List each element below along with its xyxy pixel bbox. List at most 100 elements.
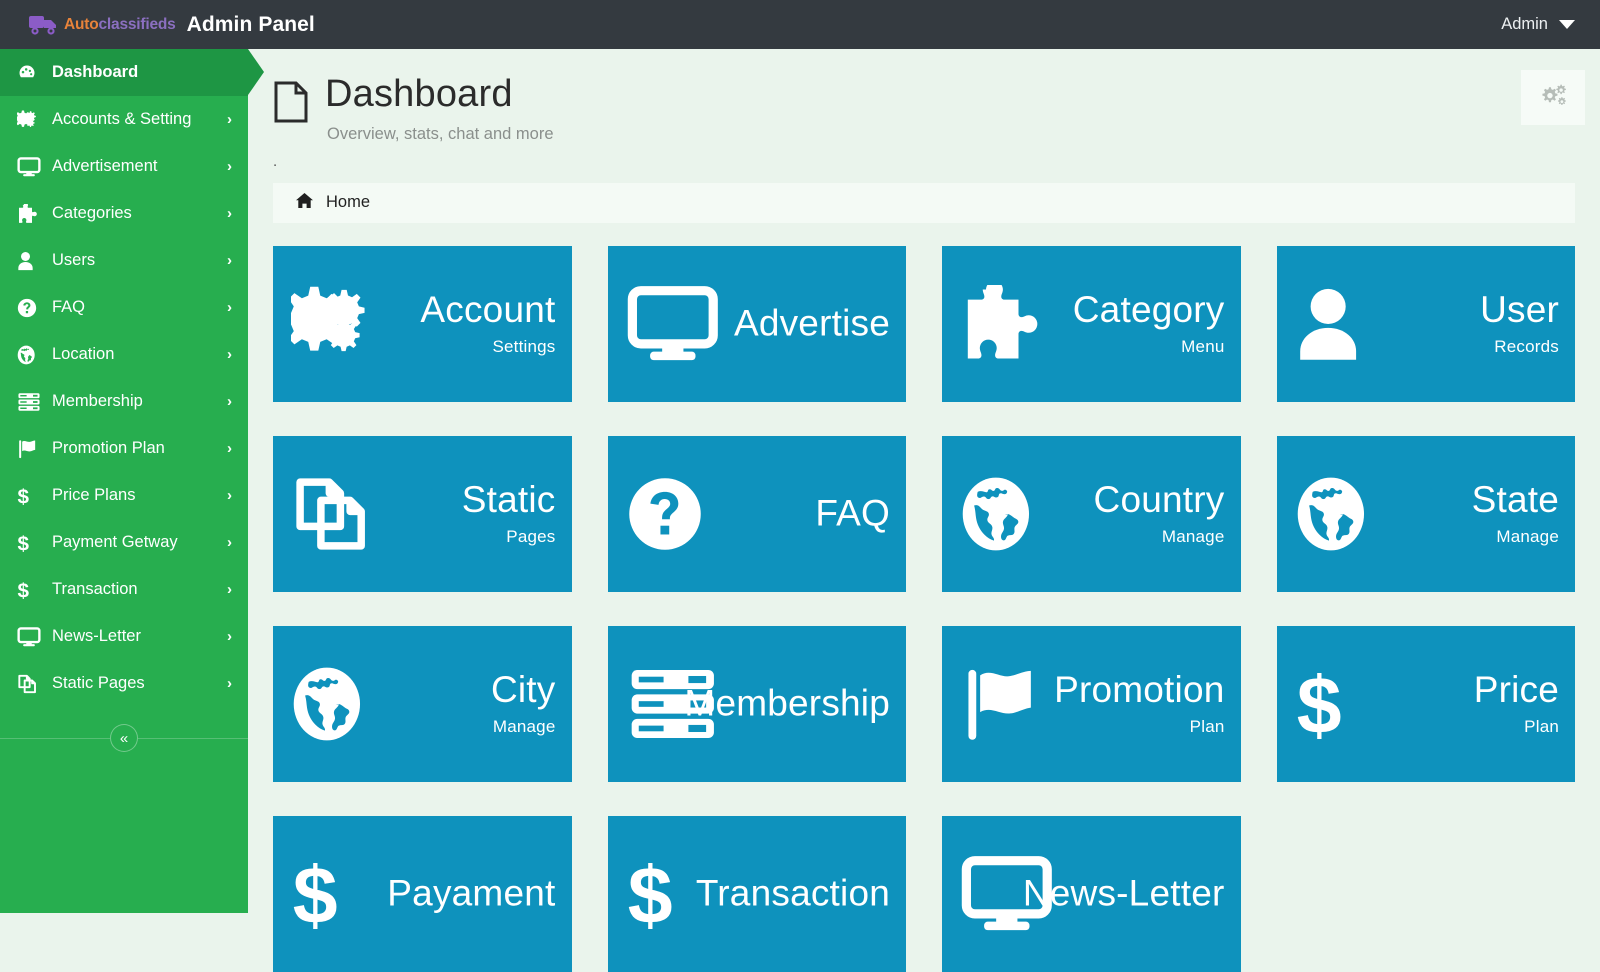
tile-title: Country xyxy=(1093,478,1225,520)
globe-icon xyxy=(960,475,1032,553)
tile-text: FAQ xyxy=(815,494,890,533)
tile-news-letter[interactable]: News-Letter xyxy=(942,815,1241,972)
tile-promotion[interactable]: Promotion Plan xyxy=(942,625,1241,782)
tile-text: Account Settings xyxy=(420,288,556,357)
sidebar-item-label: Membership xyxy=(52,392,143,410)
dollar-icon: $ xyxy=(291,855,339,933)
page-header: Dashboard Overview, stats, chat and more xyxy=(248,49,1600,144)
user-menu-label: Admin xyxy=(1501,15,1548,33)
chevron-right-icon: › xyxy=(227,299,232,316)
dollar-icon: $ xyxy=(17,486,47,506)
tile-title: Promotion xyxy=(1054,668,1225,710)
page-spacer-dot: . xyxy=(273,152,278,170)
tile-text: News-Letter xyxy=(1023,874,1225,913)
tile-category[interactable]: Category Menu xyxy=(942,245,1241,402)
chevron-right-icon: › xyxy=(227,675,232,692)
breadcrumb-item-home[interactable]: Home xyxy=(326,193,370,212)
sidebar-collapse-button[interactable]: « xyxy=(110,724,138,752)
sidebar-item-news-letter[interactable]: News-Letter › xyxy=(0,613,248,660)
sidebar-item-label: Dashboard xyxy=(52,63,139,81)
sidebar-item-location[interactable]: Location › xyxy=(0,331,248,378)
home-icon xyxy=(295,192,314,214)
sidebar-item-label: Categories xyxy=(52,204,132,222)
tile-city[interactable]: City Manage xyxy=(273,625,572,782)
page-subtitle: Overview, stats, chat and more xyxy=(327,124,554,143)
sidebar-item-price-plans[interactable]: $ Price Plans › xyxy=(0,472,248,519)
tile-text: Membership xyxy=(684,684,890,723)
tile-state[interactable]: State Manage xyxy=(1276,435,1575,592)
tile-payament[interactable]: $ Payament xyxy=(273,815,572,972)
globe-icon xyxy=(291,665,363,743)
page-title: Dashboard xyxy=(325,73,513,115)
tile-title: Account xyxy=(420,288,556,330)
user-menu[interactable]: Admin xyxy=(1501,15,1600,34)
svg-text:$: $ xyxy=(627,855,672,933)
chevron-right-icon: › xyxy=(227,440,232,457)
sidebar-item-dashboard[interactable]: Dashboard xyxy=(0,49,264,96)
svg-text:$: $ xyxy=(17,533,29,553)
tile-text: Promotion Plan xyxy=(1054,668,1225,737)
sidebar-item-payment-getway[interactable]: $ Payment Getway › xyxy=(0,519,248,566)
puzzle-piece-icon xyxy=(960,284,1050,363)
chevron-right-icon: › xyxy=(227,534,232,551)
copy-icon xyxy=(291,475,373,553)
tile-subtitle: Settings xyxy=(492,336,556,356)
tile-text: User Records xyxy=(1480,290,1559,357)
dollar-icon: $ xyxy=(1295,665,1343,743)
sidebar-item-categories[interactable]: Categories › xyxy=(0,190,248,237)
tile-subtitle: Manage xyxy=(1161,526,1225,546)
tile-membership[interactable]: Membership xyxy=(607,625,906,782)
sidebar-item-advertisement[interactable]: Advertisement › xyxy=(0,143,248,190)
page-settings-button[interactable] xyxy=(1521,70,1585,125)
tile-text: State Manage xyxy=(1471,478,1559,547)
tile-static[interactable]: Static Pages xyxy=(273,435,572,592)
tile-price[interactable]: $ Price Plan xyxy=(1276,625,1575,782)
sidebar-item-users[interactable]: Users › xyxy=(0,237,248,284)
sidebar-item-label: Users xyxy=(52,251,96,269)
tile-account[interactable]: Account Settings xyxy=(273,245,572,402)
chevron-right-icon: › xyxy=(227,205,232,222)
tile-advertise[interactable]: Advertise xyxy=(607,245,906,402)
tile-subtitle: Plan xyxy=(1189,716,1225,736)
copy-icon xyxy=(17,674,47,694)
tile-subtitle: Manage xyxy=(1496,526,1559,546)
top-bar: Autoclassifieds Admin Panel Admin xyxy=(0,0,1600,49)
sidebar-item-faq[interactable]: FAQ › xyxy=(0,284,248,331)
tile-country[interactable]: Country Manage xyxy=(942,435,1241,592)
chevron-right-icon: › xyxy=(227,158,232,175)
question-circle-icon xyxy=(626,475,704,553)
app-title: Admin Panel xyxy=(186,12,315,36)
tile-text: Country Manage xyxy=(1093,478,1225,547)
tile-subtitle: Menu xyxy=(1181,336,1225,356)
brand-wordmark: Autoclassifieds xyxy=(64,16,176,34)
svg-text:$: $ xyxy=(17,486,29,506)
brand-auto: Auto xyxy=(64,15,99,33)
desktop-icon xyxy=(626,285,720,363)
tile-title: Category xyxy=(1072,288,1225,330)
chevron-right-icon: › xyxy=(227,581,232,598)
sidebar-item-transaction[interactable]: $ Transaction › xyxy=(0,566,248,613)
tile-subtitle: Pages xyxy=(506,526,556,546)
sidebar-item-static-pages[interactable]: Static Pages › xyxy=(0,660,248,707)
tile-title: News-Letter xyxy=(1022,872,1225,914)
tile-transaction[interactable]: $ Transaction xyxy=(607,815,906,972)
desktop-icon xyxy=(17,626,47,647)
sidebar-item-promotion-plan[interactable]: Promotion Plan › xyxy=(0,425,248,472)
desktop-icon xyxy=(17,156,47,177)
sidebar-item-label: News-Letter xyxy=(52,627,141,645)
sidebar-item-membership[interactable]: Membership › xyxy=(0,378,248,425)
tile-title: FAQ xyxy=(815,492,890,534)
question-circle-icon xyxy=(17,298,47,318)
chevron-right-icon: › xyxy=(227,111,232,128)
main-content: Dashboard Overview, stats, chat and more… xyxy=(248,49,1600,972)
user-icon xyxy=(17,251,47,271)
tile-faq[interactable]: FAQ xyxy=(607,435,906,592)
tile-title: City xyxy=(490,668,556,710)
tile-text: City Manage xyxy=(490,668,556,737)
tile-title: State xyxy=(1471,478,1559,520)
tile-user[interactable]: User Records xyxy=(1276,245,1575,402)
sidebar-item-accounts-setting[interactable]: Accounts & Setting › xyxy=(0,96,248,143)
sidebar-item-label: Price Plans xyxy=(52,486,136,504)
brand[interactable]: Autoclassifieds Admin Panel xyxy=(0,12,315,38)
sidebar-item-label: Static Pages xyxy=(52,674,145,692)
